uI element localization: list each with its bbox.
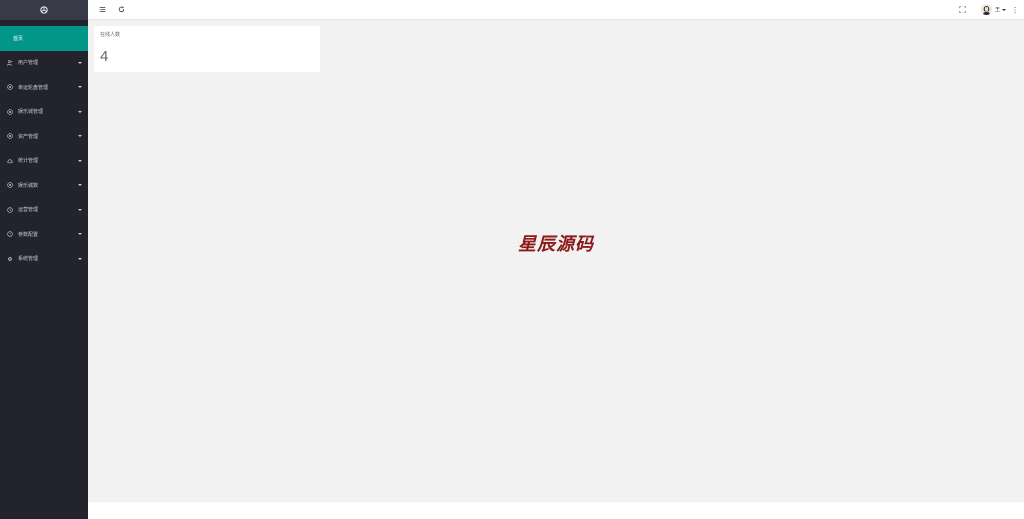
- chevron-down-icon: [78, 86, 82, 89]
- sidebar-item-casino[interactable]: 娱乐城管理: [0, 100, 88, 125]
- more-options-button[interactable]: [1013, 6, 1017, 14]
- sidebar: 首页 用户管理 幸运轮盘管理 娱乐城管理 资产管理 统计管理 娱乐城数 运营管理…: [0, 0, 88, 519]
- avatar[interactable]: [980, 4, 992, 15]
- top-header: 王: [88, 0, 1024, 20]
- sidebar-item-label: 统计管理: [18, 158, 39, 165]
- info-icon: [7, 231, 13, 237]
- header-right: 王: [959, 0, 1024, 20]
- footer: [88, 501, 1024, 519]
- stat-card-value: 4: [100, 48, 109, 65]
- logo-icon: [40, 6, 48, 14]
- chevron-down-icon: [78, 184, 82, 187]
- sidebar-item-label: 娱乐城数: [18, 182, 39, 189]
- circle-dot-icon: [7, 182, 13, 188]
- sidebar-item-casino-data[interactable]: 娱乐城数: [0, 173, 88, 198]
- chevron-down-icon[interactable]: [1002, 8, 1006, 11]
- sidebar-item-label: 参数配置: [18, 231, 39, 238]
- circle-dot-icon: [7, 109, 13, 115]
- chevron-down-icon: [78, 135, 82, 138]
- main-content: 在线人数 4 星辰源码: [88, 20, 1024, 501]
- sidebar-item-statistics[interactable]: 统计管理: [0, 149, 88, 174]
- refresh-icon: [118, 6, 124, 13]
- admin-app: 首页 用户管理 幸运轮盘管理 娱乐城管理 资产管理 统计管理 娱乐城数 运营管理…: [0, 0, 1024, 519]
- chevron-down-icon: [78, 110, 82, 113]
- clock-icon: [7, 207, 13, 213]
- chevron-down-icon: [78, 257, 82, 260]
- circle-dot-icon: [7, 84, 13, 90]
- chevron-down-icon: [78, 233, 82, 236]
- sidebar-item-label: 资产管理: [18, 133, 39, 140]
- more-vertical-icon: [1014, 6, 1016, 13]
- sidebar-item-assets[interactable]: 资产管理: [0, 124, 88, 149]
- chevron-down-icon: [78, 159, 82, 162]
- gear-icon: [7, 256, 13, 262]
- sidebar-item-config[interactable]: 参数配置: [0, 222, 88, 247]
- sidebar-logo[interactable]: [0, 0, 88, 20]
- user-name[interactable]: 王: [995, 6, 1000, 13]
- user-avatar-icon: [980, 4, 992, 15]
- sidebar-item-lucky-wheel[interactable]: 幸运轮盘管理: [0, 75, 88, 100]
- sidebar-item-operations[interactable]: 运营管理: [0, 198, 88, 223]
- sidebar-item-label: 首页: [13, 35, 24, 42]
- fullscreen-icon: [959, 5, 966, 13]
- sidebar-item-label: 系统管理: [18, 256, 39, 263]
- refresh-button[interactable]: [116, 5, 126, 15]
- menu-icon: [99, 7, 105, 12]
- stat-card-title: 在线人数: [100, 32, 121, 38]
- cloud-icon: [7, 158, 13, 164]
- chevron-down-icon: [78, 208, 82, 211]
- fullscreen-button[interactable]: [959, 5, 967, 14]
- menu-toggle-button[interactable]: [97, 5, 107, 15]
- sidebar-menu: 首页 用户管理 幸运轮盘管理 娱乐城管理 资产管理 统计管理 娱乐城数 运营管理…: [0, 26, 88, 271]
- sidebar-item-label: 运营管理: [18, 207, 39, 214]
- circle-dot-icon: [7, 133, 13, 139]
- sidebar-item-users[interactable]: 用户管理: [0, 51, 88, 76]
- chevron-down-icon: [78, 61, 82, 64]
- sidebar-item-label: 用户管理: [18, 60, 39, 67]
- user-icon: [7, 60, 13, 66]
- sidebar-item-label: 娱乐城管理: [18, 109, 44, 116]
- sidebar-item-label: 幸运轮盘管理: [18, 84, 49, 91]
- sidebar-item-system[interactable]: 系统管理: [0, 247, 88, 272]
- sidebar-item-home[interactable]: 首页: [0, 26, 88, 51]
- online-users-card: 在线人数 4: [94, 26, 320, 72]
- watermark-text: 星辰源码: [518, 234, 594, 255]
